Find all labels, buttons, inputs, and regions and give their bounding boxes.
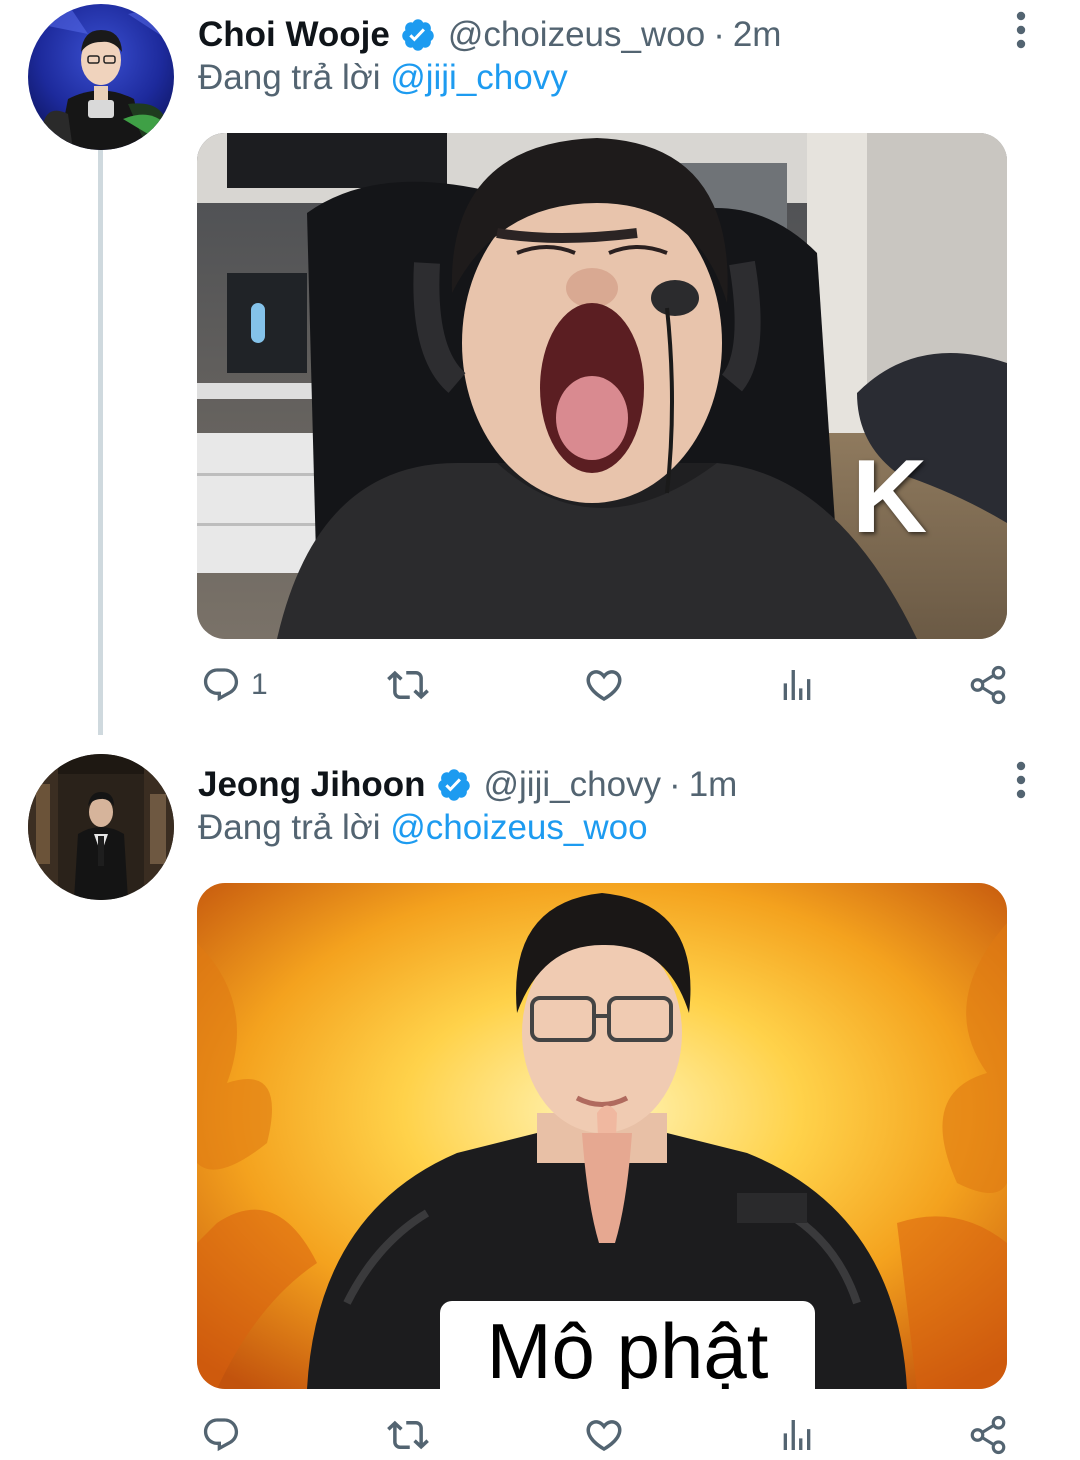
media-caption-text: Mô phật bbox=[486, 1306, 769, 1390]
avatar[interactable] bbox=[28, 4, 174, 150]
separator-dot: · bbox=[669, 765, 681, 804]
handle[interactable]: @choizeus_woo bbox=[448, 15, 705, 55]
tweet-header: Choi Wooje @choizeus_woo · 2m bbox=[198, 12, 781, 58]
replying-to-prefix: Đang trả lời bbox=[198, 58, 381, 97]
more-options-icon[interactable] bbox=[1008, 10, 1034, 50]
timestamp[interactable]: 1m bbox=[689, 765, 738, 805]
like-button[interactable] bbox=[583, 660, 625, 710]
display-name[interactable]: Jeong Jihoon bbox=[198, 765, 426, 805]
retweet-button[interactable] bbox=[387, 660, 429, 710]
thread-connector-line bbox=[98, 150, 103, 735]
separator-dot: · bbox=[713, 15, 725, 54]
replying-to: Đang trả lời @choizeus_woo bbox=[198, 808, 648, 848]
reply-button[interactable]: 1 bbox=[201, 660, 268, 710]
media-caption-text: K bbox=[852, 439, 927, 555]
retweet-icon bbox=[387, 670, 429, 700]
share-button[interactable] bbox=[967, 1410, 1009, 1460]
analytics-icon bbox=[783, 1420, 811, 1450]
retweet-icon bbox=[387, 1420, 429, 1450]
share-button[interactable] bbox=[967, 660, 1009, 710]
replying-to: Đang trả lời @jiji_chovy bbox=[198, 58, 568, 98]
handle[interactable]: @jiji_chovy bbox=[484, 765, 662, 805]
analytics-button[interactable] bbox=[777, 1410, 817, 1460]
replying-to-handle-link[interactable]: @jiji_chovy bbox=[390, 58, 568, 97]
timestamp[interactable]: 2m bbox=[733, 15, 782, 55]
tweet-header: Jeong Jihoon @jiji_chovy · 1m bbox=[198, 762, 737, 808]
tweet-media-image[interactable]: Mô phật bbox=[197, 883, 1007, 1389]
reply-count: 1 bbox=[251, 668, 268, 701]
analytics-button[interactable] bbox=[777, 660, 817, 710]
analytics-icon bbox=[783, 670, 811, 700]
media-caption-box: Mô phật bbox=[440, 1301, 815, 1389]
reply-icon bbox=[203, 668, 239, 702]
heart-icon bbox=[586, 1420, 622, 1452]
more-options-icon[interactable] bbox=[1008, 760, 1034, 800]
reply-button[interactable] bbox=[201, 1410, 251, 1460]
heart-icon bbox=[586, 670, 622, 702]
replying-to-prefix: Đang trả lời bbox=[198, 808, 381, 847]
retweet-button[interactable] bbox=[387, 1410, 429, 1460]
avatar[interactable] bbox=[28, 754, 174, 900]
verified-badge-icon bbox=[400, 17, 436, 53]
share-icon bbox=[970, 1415, 1006, 1455]
display-name[interactable]: Choi Wooje bbox=[198, 15, 390, 55]
replying-to-handle-link[interactable]: @choizeus_woo bbox=[390, 808, 647, 847]
share-icon bbox=[970, 665, 1006, 705]
verified-badge-icon bbox=[436, 767, 472, 803]
tweet-actions-bar: 1 bbox=[197, 660, 1017, 710]
tweet-media-image[interactable]: K bbox=[197, 133, 1007, 639]
reply-icon bbox=[203, 1418, 239, 1452]
like-button[interactable] bbox=[583, 1410, 625, 1460]
tweet-actions-bar bbox=[197, 1410, 1017, 1460]
